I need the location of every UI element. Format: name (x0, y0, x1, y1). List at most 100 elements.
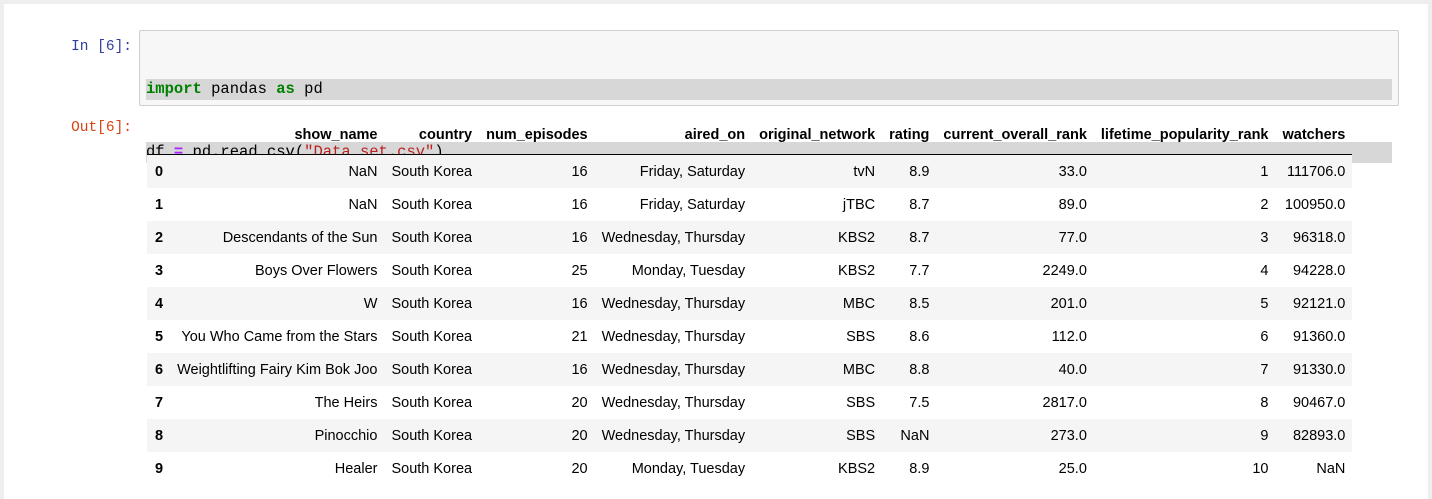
cell-rating: 8.9 (909, 460, 930, 477)
cell-rating: 8.9 (909, 163, 930, 180)
cell-num-episodes: 25 (571, 262, 588, 279)
notebook-page: In [6]: import pandas as pd df = pd.read… (4, 4, 1428, 499)
cell-current-overall-rank: 33.0 (1058, 163, 1087, 180)
cell-country: South Korea (391, 394, 473, 411)
table-row: 4 W South Korea 16 Wednesday, Thursday MBC 8.5… (147, 287, 1353, 320)
cell-country: South Korea (391, 427, 473, 444)
cell-watchers: 90467.0 (1292, 394, 1346, 411)
cell-show-name: Boys Over Flowers (254, 262, 378, 279)
cell-original-network: SBS (846, 427, 876, 444)
column-header-lifetime-popularity-rank: lifetime_popularity_rank (1093, 116, 1276, 155)
keyword-as: as (276, 80, 295, 98)
cell-watchers: 94228.0 (1292, 262, 1346, 279)
cell-aired-on: Friday, Saturday (639, 163, 746, 180)
column-header-country: country (384, 116, 480, 155)
cell-original-network: KBS2 (838, 460, 876, 477)
cell-show-name: NaN (348, 196, 378, 213)
cell-show-name: NaN (348, 163, 378, 180)
cell-current-overall-rank: 112.0 (1051, 328, 1087, 345)
table-row: 8 Pinocchio South Korea 20 Wednesday, Thursd… (147, 419, 1353, 452)
cell-num-episodes: 20 (571, 460, 588, 477)
cell-country: South Korea (391, 196, 473, 213)
cell-lifetime-popularity-rank: 1 (1260, 163, 1269, 180)
cell-lifetime-popularity-rank: 6 (1260, 328, 1269, 345)
cell-original-network: MBC (842, 361, 876, 378)
row-index: 2 (155, 229, 164, 246)
row-index: 7 (155, 394, 164, 411)
cell-lifetime-popularity-rank: 10 (1252, 460, 1269, 477)
table-row: 3 Boys Over Flowers South Korea 25 Monday, T… (147, 254, 1353, 287)
row-index: 3 (155, 262, 164, 279)
cell-current-overall-rank: 2249.0 (1042, 262, 1087, 279)
table-header-row: show_name country num_episodes aired_on … (147, 116, 1353, 155)
cell-num-episodes: 21 (571, 328, 588, 345)
cell-original-network: tvN (853, 163, 876, 180)
cell-current-overall-rank: 25.0 (1058, 460, 1087, 477)
cell-num-episodes: 20 (571, 394, 588, 411)
cell-watchers: 82893.0 (1292, 427, 1346, 444)
cell-country: South Korea (391, 163, 473, 180)
output-prompt: Out[6]: (71, 120, 132, 136)
table-row: 9 Healer South Korea 20 Monday, Tuesday KBS2 8… (147, 452, 1353, 485)
column-header-aired-on: aired_on (594, 116, 753, 155)
keyword-import: import (146, 80, 202, 98)
column-header-show-name: show_name (170, 116, 385, 155)
cell-show-name: W (363, 295, 378, 312)
row-index: 6 (155, 361, 164, 378)
table-row: 5 You Who Came from the Stars South Korea 2… (147, 320, 1353, 353)
cell-lifetime-popularity-rank: 5 (1260, 295, 1269, 312)
cell-lifetime-popularity-rank: 4 (1260, 262, 1269, 279)
cell-rating: 8.7 (909, 196, 930, 213)
code-input-area[interactable]: import pandas as pd df = pd.read_csv("Da… (139, 30, 1399, 224)
cell-watchers: 92121.0 (1292, 295, 1346, 312)
cell-lifetime-popularity-rank: 9 (1260, 427, 1269, 444)
cell-country: South Korea (391, 229, 473, 246)
cell-watchers: 91330.0 (1292, 361, 1346, 378)
cell-original-network: jTBC (842, 196, 876, 213)
cell-original-network: SBS (846, 328, 876, 345)
cell-watchers: 91360.0 (1292, 328, 1346, 345)
cell-aired-on: Wednesday, Thursday (601, 427, 746, 444)
table-row: 7 The Heirs South Korea 20 Wednesday, Thursd… (147, 386, 1353, 419)
cell-aired-on: Wednesday, Thursday (601, 328, 746, 345)
cell-aired-on: Monday, Tuesday (631, 460, 746, 477)
cell-num-episodes: 16 (571, 229, 588, 246)
column-header-current-overall-rank: current_overall_rank (936, 116, 1094, 155)
cell-original-network: KBS2 (838, 229, 876, 246)
cell-country: South Korea (391, 295, 473, 312)
cell-current-overall-rank: 89.0 (1058, 196, 1087, 213)
cell-aired-on: Friday, Saturday (639, 196, 746, 213)
cell-watchers: 96318.0 (1292, 229, 1346, 246)
cell-lifetime-popularity-rank: 3 (1260, 229, 1269, 246)
cell-num-episodes: 16 (571, 196, 588, 213)
table-body: 0 NaN South Korea 16 Friday, Saturday tvN 8.9 3… (147, 154, 1353, 485)
cell-show-name: Healer (334, 460, 378, 477)
cell-watchers: 111706.0 (1287, 163, 1346, 180)
cell-show-name: The Heirs (314, 394, 378, 411)
cell-aired-on: Wednesday, Thursday (601, 394, 746, 411)
code-text: pd (294, 80, 323, 98)
table-row: 6 Weightlifting Fairy Kim Bok Joo South Ko… (147, 353, 1353, 386)
cell-current-overall-rank: 2817.0 (1042, 394, 1087, 411)
table-row: 2 Descendants of the Sun South Korea 16 Wedn… (147, 221, 1353, 254)
row-index: 4 (155, 295, 164, 312)
column-header-watchers: watchers (1275, 116, 1353, 155)
cell-country: South Korea (391, 328, 473, 345)
cell-rating: NaN (900, 427, 930, 444)
cell-current-overall-rank: 77.0 (1058, 229, 1087, 246)
cell-num-episodes: 16 (571, 295, 588, 312)
cell-rating: 7.5 (909, 394, 930, 411)
cell-original-network: KBS2 (838, 262, 876, 279)
cell-country: South Korea (391, 361, 473, 378)
column-header-original-network: original_network (752, 116, 883, 155)
dataframe-table: show_name country num_episodes aired_on … (147, 116, 1353, 485)
row-index: 0 (155, 163, 164, 180)
cell-original-network: SBS (846, 394, 876, 411)
cell-num-episodes: 16 (571, 361, 588, 378)
cell-num-episodes: 20 (571, 427, 588, 444)
cell-show-name: You Who Came from the Stars (181, 328, 378, 345)
cell-aired-on: Wednesday, Thursday (601, 229, 746, 246)
cell-country: South Korea (391, 262, 473, 279)
column-header-index (147, 116, 171, 155)
cell-watchers: 100950.0 (1284, 196, 1346, 213)
